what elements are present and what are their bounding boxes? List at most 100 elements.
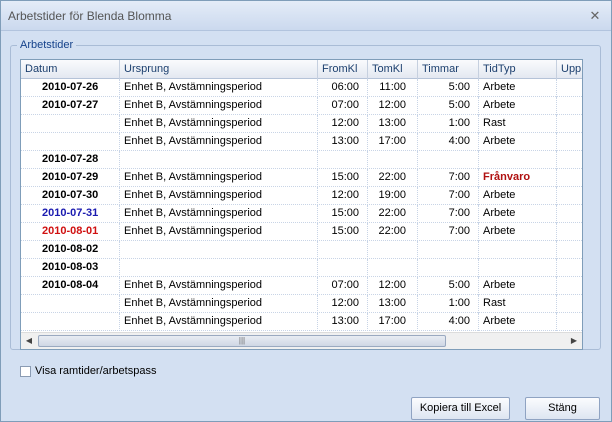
cell-tidtyp: Arbete [479,223,557,241]
table-row[interactable]: 2010-07-30 Enhet B, Avstämningsperiod 12:0… [21,187,582,205]
cell-ursprung: Enhet B, Avstämningsperiod [120,169,318,187]
cell-ursprung: Enhet B, Avstämningsperiod [120,133,318,151]
window-title: Arbetstider för Blenda Blomma [8,9,172,23]
table-row[interactable]: 2010-07-27 Enhet B, Avstämningsperiod 07:0… [21,97,582,115]
cell-upp [557,151,582,169]
cell-timmar: 4:00 [418,313,479,331]
cell-datum [21,313,120,331]
cell-tidtyp: Arbete [479,205,557,223]
cell-timmar: 7:00 [418,205,479,223]
cell-upp [557,97,582,115]
scroll-right-icon[interactable]: ▶ [566,333,582,349]
cell-datum: 2010-07-28 [21,151,120,169]
dialog-window: Arbetstider för Blenda Blomma ✕ Arbetsti… [0,0,612,422]
table-row[interactable]: 2010-08-04 Enhet B, Avstämningsperiod 07:0… [21,277,582,295]
close-icon[interactable]: ✕ [587,8,603,24]
cell-fromkl: 12:00 [318,295,368,313]
cell-tidtyp: Arbete [479,97,557,115]
cell-tomkl: 12:00 [368,97,418,115]
table-row[interactable]: 2010-08-02 [21,241,582,259]
table-row[interactable]: 2010-08-01 Enhet B, Avstämningsperiod 15:0… [21,223,582,241]
column-header-tomkl[interactable]: TomKl [368,60,418,79]
cell-datum: 2010-08-02 [21,241,120,259]
table-row[interactable]: Enhet B, Avstämningsperiod 12:00 13:00 1:00… [21,115,582,133]
group-legend: Arbetstider [17,39,77,51]
cell-timmar [418,151,479,169]
cell-datum: 2010-07-30 [21,187,120,205]
cell-fromkl: 13:00 [318,313,368,331]
cell-tomkl [368,241,418,259]
cell-timmar: 5:00 [418,97,479,115]
cell-tomkl: 22:00 [368,169,418,187]
title-bar: Arbetstider för Blenda Blomma ✕ [1,1,611,31]
cell-upp [557,205,582,223]
cell-tomkl: 17:00 [368,133,418,151]
cell-tomkl: 13:00 [368,115,418,133]
cell-ursprung: Enhet B, Avstämningsperiod [120,277,318,295]
column-header-tidtyp[interactable]: TidTyp [479,60,557,79]
cell-upp [557,133,582,151]
cell-fromkl: 15:00 [318,223,368,241]
table-row[interactable]: 2010-07-29 Enhet B, Avstämningsperiod 15:0… [21,169,582,187]
cell-ursprung [120,151,318,169]
cell-tidtyp: Arbete [479,79,557,97]
column-header-ursprung[interactable]: Ursprung [120,60,318,79]
cell-ursprung: Enhet B, Avstämningsperiod [120,97,318,115]
cell-ursprung [120,241,318,259]
cell-tomkl: 13:00 [368,295,418,313]
cell-tomkl [368,151,418,169]
scroll-left-icon[interactable]: ◀ [21,333,37,349]
cell-fromkl: 15:00 [318,205,368,223]
cell-ursprung: Enhet B, Avstämningsperiod [120,205,318,223]
cell-ursprung: Enhet B, Avstämningsperiod [120,295,318,313]
column-header-datum[interactable]: Datum [21,60,120,79]
cell-datum: 2010-08-04 [21,277,120,295]
cell-datum: 2010-07-27 [21,97,120,115]
table-row[interactable]: Enhet B, Avstämningsperiod 13:00 17:00 4:00… [21,313,582,331]
cell-fromkl [318,151,368,169]
cell-datum [21,133,120,151]
cell-ursprung [120,259,318,277]
table-row[interactable]: Enhet B, Avstämningsperiod 13:00 17:00 4:00… [21,133,582,151]
arbetstider-table: Datum Ursprung FromKl TomKl Timmar TidTy… [20,59,583,350]
cell-upp [557,259,582,277]
cell-datum: 2010-08-03 [21,259,120,277]
column-header-fromkl[interactable]: FromKl [318,60,368,79]
column-header-timmar[interactable]: Timmar [418,60,479,79]
cell-datum: 2010-08-01 [21,223,120,241]
visa-ramtider-label[interactable]: Visa ramtider/arbetspass [35,365,156,377]
cell-tidtyp: Arbete [479,133,557,151]
horizontal-scroll-thumb[interactable]: ||| [38,335,446,347]
cell-fromkl: 07:00 [318,97,368,115]
cell-ursprung: Enhet B, Avstämningsperiod [120,223,318,241]
column-header-upp[interactable]: Upp [557,60,582,79]
scrollbar-corner [582,332,583,349]
horizontal-scrollbar[interactable]: ◀ ||| ▶ [21,332,582,349]
cell-tomkl: 22:00 [368,223,418,241]
cell-upp [557,79,582,97]
table-row[interactable]: 2010-07-28 [21,151,582,169]
cell-timmar [418,259,479,277]
visa-ramtider-checkbox[interactable] [20,365,31,377]
cell-tomkl: 22:00 [368,205,418,223]
cell-upp [557,169,582,187]
cell-upp [557,277,582,295]
cell-tidtyp [479,151,557,169]
cell-timmar: 7:00 [418,169,479,187]
visa-ramtider-option[interactable]: Visa ramtider/arbetspass [20,364,156,378]
cell-fromkl: 15:00 [318,169,368,187]
table-row[interactable]: 2010-07-31 Enhet B, Avstämningsperiod 15:0… [21,205,582,223]
table-row[interactable]: 2010-08-03 [21,259,582,277]
close-button[interactable]: Stäng [525,397,600,420]
cell-upp [557,187,582,205]
cell-fromkl: 06:00 [318,79,368,97]
cell-timmar: 1:00 [418,295,479,313]
cell-datum: 2010-07-31 [21,205,120,223]
copy-to-excel-button[interactable]: Kopiera till Excel [411,397,510,420]
table-row[interactable]: Enhet B, Avstämningsperiod 12:00 13:00 1:00… [21,295,582,313]
cell-timmar: 1:00 [418,115,479,133]
cell-upp [557,313,582,331]
vertical-scrollbar[interactable]: ▲ ▼ [582,60,583,332]
table-row[interactable]: 2010-07-26 Enhet B, Avstämningsperiod 06:0… [21,79,582,97]
cell-datum: 2010-07-26 [21,79,120,97]
